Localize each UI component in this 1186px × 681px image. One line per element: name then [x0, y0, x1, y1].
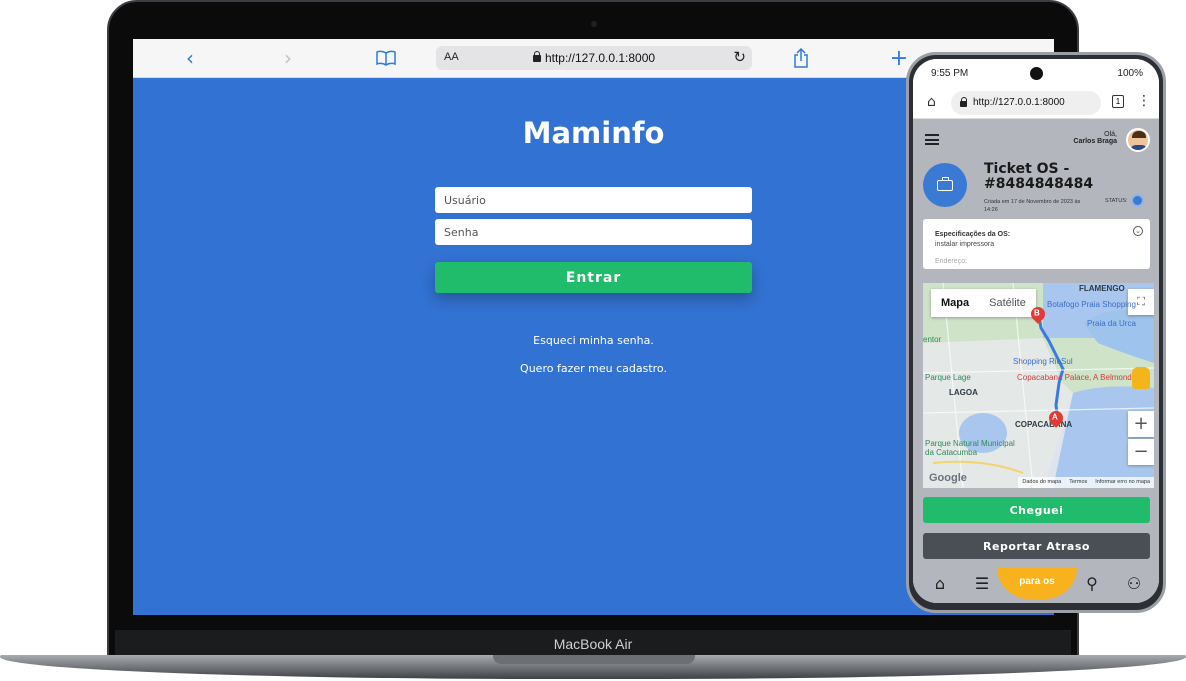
zoom-in-button[interactable]: + [1128, 411, 1154, 437]
ticket-number: #8484848484 [984, 176, 1094, 192]
spec-card: Especificações da OS: instalar impressor… [923, 219, 1150, 269]
username-input[interactable] [435, 187, 752, 213]
battery-level: 100% [1117, 68, 1143, 79]
status-label: STATUS: [1105, 198, 1128, 204]
nav-fab[interactable]: para os [997, 567, 1077, 599]
avatar[interactable] [1126, 128, 1150, 152]
laptop-model-label: MacBook Air [553, 636, 633, 652]
map-footer: Dados do mapa Termos Informar erro no ma… [1018, 477, 1154, 488]
more-menu-icon[interactable]: ⋮ [1137, 93, 1151, 109]
login-button[interactable]: Entrar [435, 262, 752, 293]
address-label: Endereço: [935, 258, 967, 265]
bookmarks-icon[interactable] [375, 47, 397, 69]
front-camera [1030, 67, 1043, 80]
user-greeting: Olá, Carlos Braga [1073, 131, 1117, 145]
lock-icon [960, 97, 967, 107]
profile-settings-icon[interactable]: ⚇ [1124, 574, 1144, 594]
url-text: http://127.0.0.1:8000 [544, 51, 656, 65]
status-clock-icon[interactable] [1131, 194, 1144, 207]
google-logo: Google [929, 472, 967, 484]
map-label: Copacabana Palace, A Belmond [1017, 373, 1132, 382]
phone-address-bar[interactable]: http://127.0.0.1:8000 [951, 91, 1101, 115]
mobile-app: Olá, Carlos Braga Ticket OS - #848484848… [913, 119, 1159, 603]
tab-map[interactable]: Mapa [931, 289, 980, 317]
phone-url-text: http://127.0.0.1:8000 [973, 97, 1065, 108]
address-bar[interactable]: AA http://127.0.0.1:8000 ↻ [436, 46, 752, 70]
share-icon[interactable] [790, 47, 812, 69]
lock-icon [532, 51, 541, 62]
home-icon[interactable]: ⌂ [927, 94, 936, 110]
laptop-chin: MacBook Air [115, 630, 1071, 656]
ticket-created-date: Criada em 17 de Novembro de 2023 às 14:2… [984, 199, 1081, 213]
laptop-camera [591, 21, 597, 27]
greeting-text: Olá, [1104, 131, 1117, 138]
map-label: Botafogo Praia Shopping [1047, 300, 1136, 309]
ticket-title-line1: Ticket OS - [984, 161, 1070, 177]
route-map[interactable]: Mapa Satélite ⛶ + − FLAMENGO Botafogo Pr… [923, 283, 1154, 488]
report-delay-button[interactable]: Reportar Atraso [923, 533, 1150, 559]
map-terms-link[interactable]: Termos [1069, 479, 1087, 486]
phone-browser-bar: ⌂ http://127.0.0.1:8000 1 ⋮ [913, 87, 1159, 119]
map-label: Parque Natural Municipal da Catacumba [925, 439, 1015, 457]
user-name: Carlos Braga [1073, 138, 1117, 145]
map-type-tabs: Mapa Satélite [931, 289, 1036, 317]
briefcase-icon [923, 163, 967, 207]
map-label: entor [923, 335, 942, 344]
tab-satellite[interactable]: Satélite [979, 289, 1036, 317]
bottom-nav: para os ⌂ ☰ ⚲ ⚇ [913, 567, 1159, 603]
hamburger-menu-icon[interactable] [925, 134, 939, 145]
spec-title: Especificações da OS: [935, 231, 1011, 238]
map-label: FLAMENGO [1079, 284, 1125, 293]
zoom-out-button[interactable]: − [1128, 439, 1154, 465]
status-time: 9:55 PM [931, 68, 969, 79]
ticket-title: Ticket OS - #8484848484 [984, 162, 1093, 192]
phone-screen: 9:55 PM 100% ⌂ http://127.0.0.1:8000 1 ⋮… [913, 59, 1159, 603]
password-input[interactable] [435, 219, 752, 245]
laptop-notch [493, 655, 695, 664]
phone-status-bar: 9:55 PM 100% [913, 59, 1159, 87]
expand-icon[interactable]: ⌄ [1133, 226, 1143, 236]
spec-value: instalar impressora [935, 241, 995, 248]
home-icon[interactable]: ⌂ [930, 574, 950, 594]
map-label: Shopping RioSul [1013, 357, 1073, 366]
reload-icon[interactable]: ↻ [733, 48, 746, 66]
map-report-link[interactable]: Informar erro no mapa [1095, 479, 1150, 486]
list-icon[interactable]: ☰ [972, 574, 992, 594]
search-icon[interactable]: ⚲ [1082, 574, 1102, 594]
new-tab-icon[interactable]: + [889, 46, 909, 71]
map-label: LAGOA [949, 388, 978, 397]
map-label: COPACABANA [1015, 420, 1073, 429]
back-icon[interactable]: ‹ [181, 46, 199, 70]
map-data-link[interactable]: Dados do mapa [1022, 479, 1061, 486]
arrived-button[interactable]: Cheguei [923, 497, 1150, 523]
map-label: Parque Lage [925, 373, 971, 382]
tab-count-button[interactable]: 1 [1112, 95, 1124, 108]
street-view-icon[interactable] [1132, 367, 1150, 389]
device-mockup: ‹ › AA http://127.0.0.1:8000 ↻ + Maminfo… [0, 0, 1186, 681]
forward-icon[interactable]: › [279, 46, 297, 70]
map-label: Praia da Urca [1087, 319, 1136, 328]
